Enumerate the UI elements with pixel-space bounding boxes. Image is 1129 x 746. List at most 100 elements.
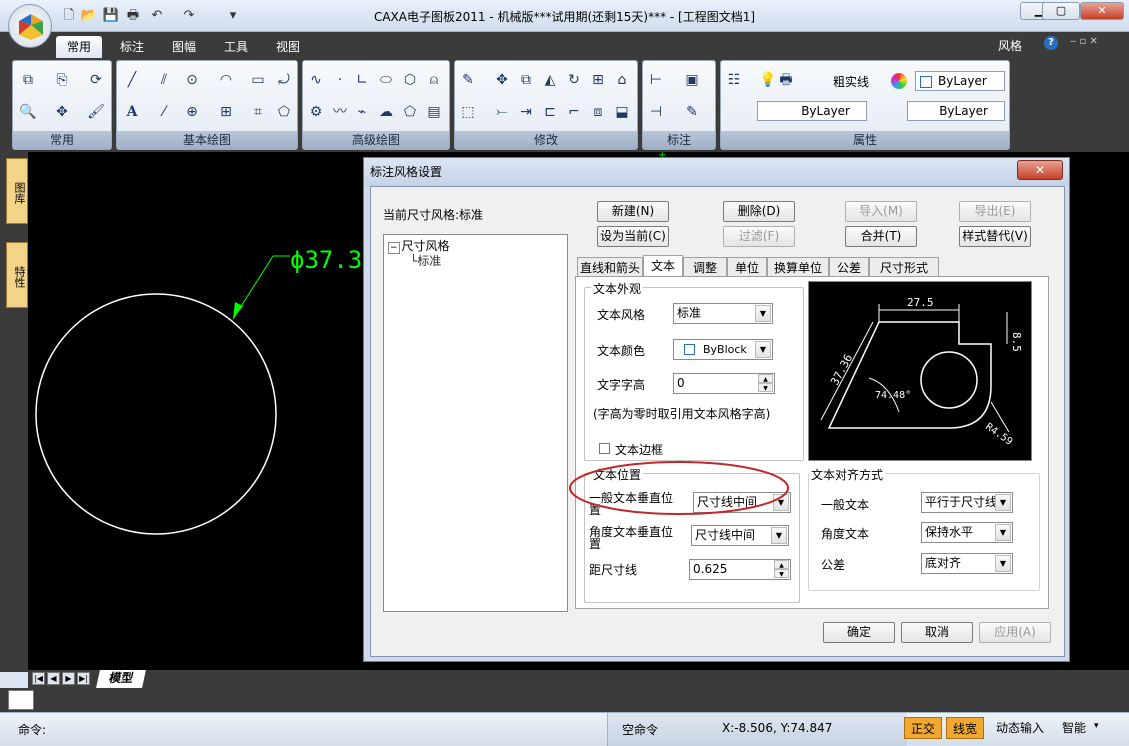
tab-alt-units[interactable]: 换算单位 <box>767 257 829 277</box>
layer-color-combo[interactable]: ByLayer <box>915 71 1005 91</box>
dimension-edit-icon[interactable]: ✎ <box>683 103 701 121</box>
maximize-button[interactable]: ▢ <box>1042 2 1080 20</box>
trim-icon[interactable]: ⤚ <box>493 103 511 121</box>
filter-button[interactable]: 过滤(F) <box>723 226 795 247</box>
point-icon[interactable]: · <box>331 71 349 89</box>
tab-lines-arrows[interactable]: 直线和箭头 <box>577 257 643 277</box>
tolerance-select[interactable]: 底对齐 ▼ <box>921 553 1013 574</box>
gear-icon[interactable]: ⚙ <box>307 103 325 121</box>
snap-menu-icon[interactable]: ▾ <box>1094 721 1099 731</box>
select-box-icon[interactable]: ⬚ <box>459 103 477 121</box>
match-properties-icon[interactable]: 🖌 <box>87 103 105 121</box>
angle-vertical-select[interactable]: 尺寸线中间 ▼ <box>691 525 789 546</box>
ortho-toggle[interactable]: 正交 <box>904 717 943 739</box>
merge-button[interactable]: 合并(T) <box>845 226 917 247</box>
import-style-button[interactable]: 导入(M) <box>845 201 917 222</box>
coordinate-dim-icon[interactable]: ⊣ <box>647 103 665 121</box>
text-icon[interactable]: A <box>123 103 141 121</box>
hole-icon[interactable]: ⍝ <box>425 71 443 89</box>
hatch-icon[interactable]: ⁄ <box>155 103 173 121</box>
chamfer-icon[interactable]: ⧈ <box>589 103 607 121</box>
tree-item-standard[interactable]: └标准 <box>410 252 441 269</box>
text-height-input[interactable]: 0 ▲ ▼ <box>673 373 775 394</box>
ok-button[interactable]: 确定 <box>823 622 895 643</box>
help-icon[interactable]: ? <box>1044 36 1058 50</box>
window-close-button[interactable]: ✕ <box>1080 2 1124 20</box>
ellipse-icon[interactable]: ⬭ <box>377 71 395 89</box>
layer-lock-icon[interactable]: 🖶 <box>777 71 795 89</box>
ribbon-minimize-icon[interactable]: ‒ ▫ ✕ <box>1070 36 1098 47</box>
tab-sheet[interactable]: 图幅 <box>162 36 206 58</box>
save-icon[interactable]: 💾 <box>102 8 120 24</box>
smart-snap-toggle[interactable]: 智能 <box>1056 717 1092 739</box>
polyline-icon[interactable]: ⤾ <box>275 71 293 89</box>
layer-manager-icon[interactable]: ☷ <box>725 71 743 89</box>
layer-state-icon[interactable]: 💡 <box>759 71 777 89</box>
redo-icon[interactable]: ↷ <box>180 8 198 24</box>
side-tab-library[interactable]: 图库 <box>6 158 28 224</box>
copy-move-icon[interactable]: ⧉ <box>517 71 535 89</box>
parallel-line-icon[interactable]: ⫽ <box>155 71 173 89</box>
block-icon[interactable]: ⊞ <box>217 103 235 121</box>
prev-tab-icon[interactable]: ◀ <box>47 672 60 685</box>
new-file-icon[interactable]: 🗋 <box>60 8 78 24</box>
drawn-circle[interactable] <box>35 293 277 535</box>
new-style-button[interactable]: 新建(N) <box>597 201 669 222</box>
zoom-icon[interactable]: 🔍 <box>19 103 37 121</box>
rotate-icon[interactable]: ↻ <box>565 71 583 89</box>
explode-icon[interactable]: ⌂ <box>613 71 631 89</box>
tab-view[interactable]: 视图 <box>266 36 310 58</box>
star-icon[interactable]: ⬠ <box>401 103 419 121</box>
general-text-select[interactable]: 平行于尺寸线 ▼ <box>921 492 1013 513</box>
pan-icon[interactable]: ✥ <box>53 103 71 121</box>
print-icon[interactable]: 🖶 <box>124 8 142 24</box>
tab-dim-format[interactable]: 尺寸形式 <box>869 257 939 277</box>
side-tab-properties[interactable]: 特性 <box>6 242 28 308</box>
polygon-icon[interactable]: ⬡ <box>401 71 419 89</box>
customize-quick-access-icon[interactable]: ▾ <box>224 8 242 24</box>
style-menu[interactable]: 风格 <box>998 37 1022 54</box>
linetype-label[interactable]: 粗实线 <box>833 73 869 90</box>
last-tab-icon[interactable]: ▶| <box>77 672 90 685</box>
cloud-icon[interactable]: ☁ <box>377 103 395 121</box>
tab-home[interactable]: 常用 <box>56 36 102 58</box>
angle-text-select[interactable]: 保持水平 ▼ <box>921 522 1013 543</box>
dimension-icon[interactable]: ⊢ <box>647 71 665 89</box>
linestyle-combo[interactable]: ByLayer <box>757 101 867 121</box>
open-file-icon[interactable]: 📂 <box>80 8 98 24</box>
break-icon[interactable]: ⊏ <box>541 103 559 121</box>
array-icon[interactable]: ⊞ <box>589 71 607 89</box>
set-current-button[interactable]: 设为当前(C) <box>597 226 669 247</box>
dynamic-input-toggle[interactable]: 动态输入 <box>990 717 1050 739</box>
tab-text[interactable]: 文本 <box>643 255 683 277</box>
tab-dimension[interactable]: 标注 <box>110 36 154 58</box>
move-icon[interactable]: ✥ <box>493 71 511 89</box>
color-wheel-icon[interactable] <box>891 73 907 89</box>
export-style-button[interactable]: 导出(E) <box>959 201 1031 222</box>
scale-icon[interactable]: ⬓ <box>613 103 631 121</box>
tab-tolerance[interactable]: 公差 <box>829 257 869 277</box>
delete-style-button[interactable]: 删除(D) <box>723 201 795 222</box>
override-style-button[interactable]: 样式替代(V) <box>959 226 1031 247</box>
command-prompt[interactable]: 命令: <box>18 721 46 738</box>
next-tab-icon[interactable]: ▶ <box>62 672 75 685</box>
text-style-select[interactable]: 标准 ▼ <box>673 303 773 324</box>
paste-icon[interactable]: ⎘ <box>53 71 71 89</box>
tab-fit[interactable]: 调整 <box>683 257 727 277</box>
first-tab-icon[interactable]: |◀ <box>32 672 45 685</box>
regen-icon[interactable]: ⟳ <box>87 71 105 89</box>
arc-icon[interactable]: ◠ <box>217 71 235 89</box>
lineweight-combo[interactable]: ByLayer <box>907 101 1005 121</box>
wave-line-icon[interactable]: 〰 <box>331 103 349 121</box>
app-logo-button[interactable] <box>8 4 52 48</box>
tab-tools[interactable]: 工具 <box>214 36 258 58</box>
erase-icon[interactable]: ✎ <box>459 71 477 89</box>
cancel-button[interactable]: 取消 <box>901 622 973 643</box>
rectangle-icon[interactable]: ▭ <box>249 71 267 89</box>
break-line-icon[interactable]: ⌁ <box>353 103 371 121</box>
extend-icon[interactable]: ⇥ <box>517 103 535 121</box>
line-icon[interactable]: ╱ <box>123 71 141 89</box>
apply-button[interactable]: 应用(A) <box>979 622 1051 643</box>
dialog-close-button[interactable]: ✕ <box>1017 160 1063 180</box>
copy-icon[interactable]: ⧉ <box>19 71 37 89</box>
